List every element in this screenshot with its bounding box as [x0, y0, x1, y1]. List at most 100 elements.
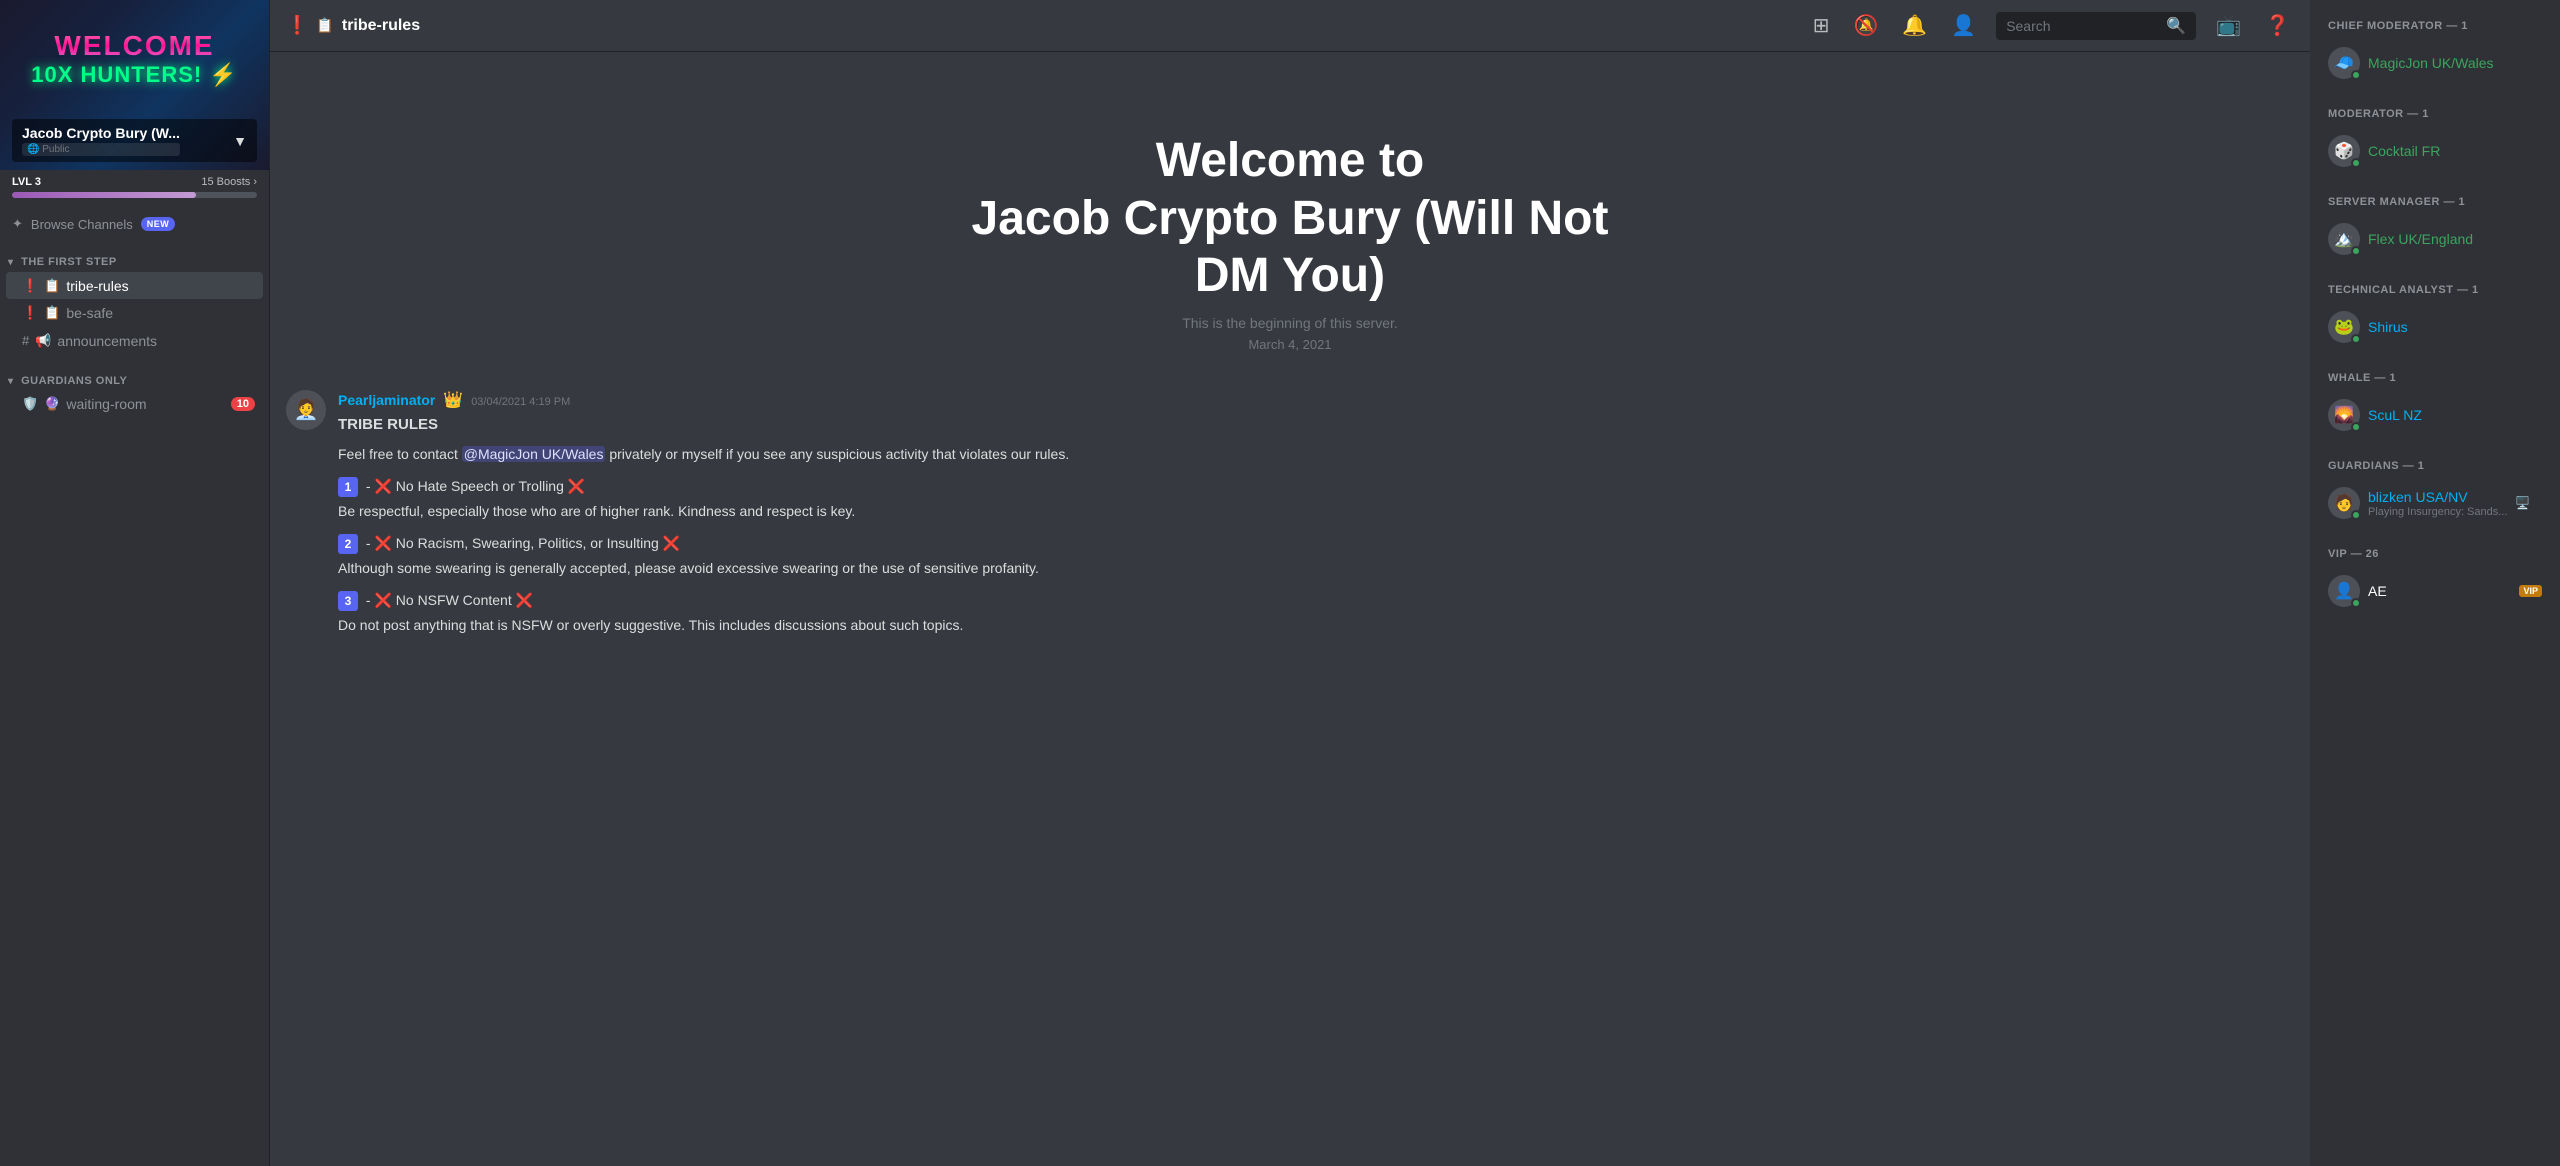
status-dot-blizken — [2351, 510, 2361, 520]
server-dropdown-icon[interactable]: ▼ — [233, 133, 247, 149]
member-group-header-server-mgr: SERVER MANAGER — 1 — [2320, 192, 2550, 212]
bell-action-icon[interactable]: 🔔 — [1898, 9, 1931, 42]
rule-1-x-right: ❌ — [568, 478, 585, 494]
channel-shield-icon: 🛡️ — [22, 396, 38, 412]
banner-hunters-text: 10X HUNTERS! ⚡ — [0, 62, 269, 88]
member-ae[interactable]: 👤 AE VIP — [2320, 570, 2550, 612]
member-avatar-cocktail: 🎲 — [2328, 135, 2360, 167]
channel-alert-icon-2: ❗ — [22, 305, 38, 321]
member-magicjon[interactable]: 🧢 MagicJon UK/Wales — [2320, 42, 2550, 84]
member-group-header-guardians: GUARDIANS — 1 — [2320, 456, 2550, 476]
channel-name-label-4: waiting-room — [66, 396, 224, 412]
rule-3-num: 3 — [338, 591, 358, 611]
tv-action-icon[interactable]: 📺 — [2212, 9, 2245, 42]
member-group-server-mgr: SERVER MANAGER — 1 🏔️ Flex UK/England — [2320, 192, 2550, 260]
hash-action-icon[interactable]: ⊞ — [1809, 9, 1834, 42]
channel-section-guardians: ▾ GUARDIANS ONLY 🛡️ 🔮 waiting-room 10 — [0, 359, 269, 422]
main-content: ❗ 📋 tribe-rules ⊞ 🔕 🔔 👤 Search 🔍 📺 ❓ Wel… — [270, 0, 2310, 1166]
channel-header: ❗ 📋 tribe-rules ⊞ 🔕 🔔 👤 Search 🔍 📺 ❓ — [270, 0, 2310, 52]
channel-tribe-rules[interactable]: ❗ 📋 tribe-rules 👤+ — [6, 272, 263, 299]
search-bar[interactable]: Search 🔍 — [1996, 12, 2196, 40]
header-actions: ⊞ 🔕 🔔 👤 Search 🔍 📺 ❓ — [1809, 9, 2294, 42]
boost-count[interactable]: 15 Boosts › — [201, 176, 257, 188]
section-label: THE FIRST STEP — [21, 256, 117, 268]
avatar-image: 🧑‍💼 — [286, 390, 326, 430]
rule-1-desc: Be respectful, especially those who are … — [338, 501, 2294, 522]
banner-welcome-text: WELCOME — [0, 30, 269, 62]
channel-announcements[interactable]: # 📢 announcements 👤+ — [6, 327, 263, 354]
member-group-header-chief-mod: CHIEF MODERATOR — 1 — [2320, 16, 2550, 36]
member-avatar-blizken: 🧑 — [2328, 487, 2360, 519]
browse-channels-button[interactable]: ✦ Browse Channels NEW — [0, 208, 269, 240]
member-group-header-whale: WHALE — 1 — [2320, 368, 2550, 388]
channel-name-label-2: be-safe — [66, 305, 255, 321]
rule-1-num: 1 — [338, 477, 358, 497]
channel-hash-icon: # — [22, 333, 29, 348]
welcome-section: Welcome to Jacob Crypto Bury (Will Not D… — [270, 72, 2310, 382]
channel-waiting-room[interactable]: 🛡️ 🔮 waiting-room 10 — [6, 391, 263, 417]
message-header: Pearljaminator 👑 03/04/2021 4:19 PM — [338, 390, 2294, 410]
rules-title: TRIBE RULES — [338, 414, 2294, 437]
help-action-icon[interactable]: ❓ — [2261, 9, 2294, 42]
status-dot-flex — [2351, 246, 2361, 256]
mute-action-icon[interactable]: 🔕 — [1849, 9, 1882, 42]
member-name-blizken: blizken USA/NV — [2368, 489, 2468, 505]
message-avatar[interactable]: 🧑‍💼 — [286, 390, 326, 430]
member-blizken-info: blizken USA/NV Playing Insurgency: Sands… — [2368, 489, 2507, 518]
rule-1-x-left: ❌ — [374, 478, 391, 494]
member-cocktail[interactable]: 🎲 Cocktail FR — [2320, 130, 2550, 172]
vip-badge: VIP — [2519, 585, 2542, 597]
member-name-scul: ScuL NZ — [2368, 407, 2542, 423]
search-input[interactable]: Search — [2006, 18, 2160, 34]
rule-3-desc: Do not post anything that is NSFW or ove… — [338, 615, 2294, 636]
server-name-bar[interactable]: Jacob Crypto Bury (W... 🌐 Public ▼ — [12, 119, 257, 162]
rule-3-x-right: ❌ — [516, 592, 533, 608]
message-body: Pearljaminator 👑 03/04/2021 4:19 PM TRIB… — [338, 390, 2294, 645]
server-header[interactable]: WELCOME 10X HUNTERS! ⚡ Jacob Crypto Bury… — [0, 0, 269, 170]
welcome-subtitle: This is the beginning of this server. — [290, 315, 2290, 331]
section-arrow: ▾ — [8, 257, 14, 268]
left-sidebar: WELCOME 10X HUNTERS! ⚡ Jacob Crypto Bury… — [0, 0, 270, 1166]
message-pearljaminator: 🧑‍💼 Pearljaminator 👑 03/04/2021 4:19 PM … — [270, 382, 2310, 653]
rule-2-num: 2 — [338, 534, 358, 554]
member-blizken[interactable]: 🧑 blizken USA/NV Playing Insurgency: San… — [2320, 482, 2550, 524]
messages-area: Welcome to Jacob Crypto Bury (Will Not D… — [270, 52, 2310, 1166]
boost-info: LVL 3 15 Boosts › — [12, 176, 257, 188]
rule-2-x-left: ❌ — [374, 535, 391, 551]
message-timestamp: 03/04/2021 4:19 PM — [471, 396, 570, 408]
member-group-header-tech-analyst: TECHNICAL ANALYST — 1 — [2320, 280, 2550, 300]
channel-be-safe[interactable]: ❗ 📋 be-safe — [6, 300, 263, 326]
game-icon: 🖥️ — [2515, 496, 2530, 510]
status-dot-cocktail — [2351, 158, 2361, 168]
channel-name-label-3: announcements — [57, 333, 223, 349]
right-sidebar: CHIEF MODERATOR — 1 🧢 MagicJon UK/Wales … — [2310, 0, 2560, 1166]
member-group-chief-mod: CHIEF MODERATOR — 1 🧢 MagicJon UK/Wales — [2320, 16, 2550, 84]
message-author-name[interactable]: Pearljaminator — [338, 392, 435, 408]
boost-progress-fill — [12, 192, 196, 198]
member-group-guardians: GUARDIANS — 1 🧑 blizken USA/NV Playing I… — [2320, 456, 2550, 524]
member-avatar-magicjon: 🧢 — [2328, 47, 2360, 79]
member-avatar-ae: 👤 — [2328, 575, 2360, 607]
section-header-first-step[interactable]: ▾ THE FIRST STEP — [0, 256, 269, 272]
server-banner: WELCOME 10X HUNTERS! ⚡ — [0, 30, 269, 88]
channel-prefix-icon-3: 📢 — [35, 333, 51, 349]
mention-magicjon[interactable]: @MagicJon UK/Wales — [462, 446, 606, 462]
section-header-guardians[interactable]: ▾ GUARDIANS ONLY — [0, 375, 269, 391]
member-subtext-blizken: Playing Insurgency: Sands... — [2368, 506, 2507, 518]
notification-badge: 10 — [231, 397, 255, 411]
member-scul[interactable]: 🌄 ScuL NZ — [2320, 394, 2550, 436]
member-name-ae: AE — [2368, 583, 2511, 599]
member-flex[interactable]: 🏔️ Flex UK/England — [2320, 218, 2550, 260]
section-arrow-2: ▾ — [8, 376, 14, 387]
rule-2-line: 2 - ❌ No Racism, Swearing, Politics, or … — [338, 534, 2294, 554]
status-dot-shirus — [2351, 334, 2361, 344]
person-action-icon[interactable]: 👤 — [1947, 9, 1980, 42]
status-dot-scul — [2351, 422, 2361, 432]
channel-prefix-icon-2: 📋 — [44, 305, 60, 321]
member-group-tech-analyst: TECHNICAL ANALYST — 1 🐸 Shirus — [2320, 280, 2550, 348]
status-dot-ae — [2351, 598, 2361, 608]
member-avatar-flex: 🏔️ — [2328, 223, 2360, 255]
member-shirus[interactable]: 🐸 Shirus — [2320, 306, 2550, 348]
server-name: Jacob Crypto Bury (W... — [22, 125, 180, 141]
rule-2-desc: Although some swearing is generally acce… — [338, 558, 2294, 579]
